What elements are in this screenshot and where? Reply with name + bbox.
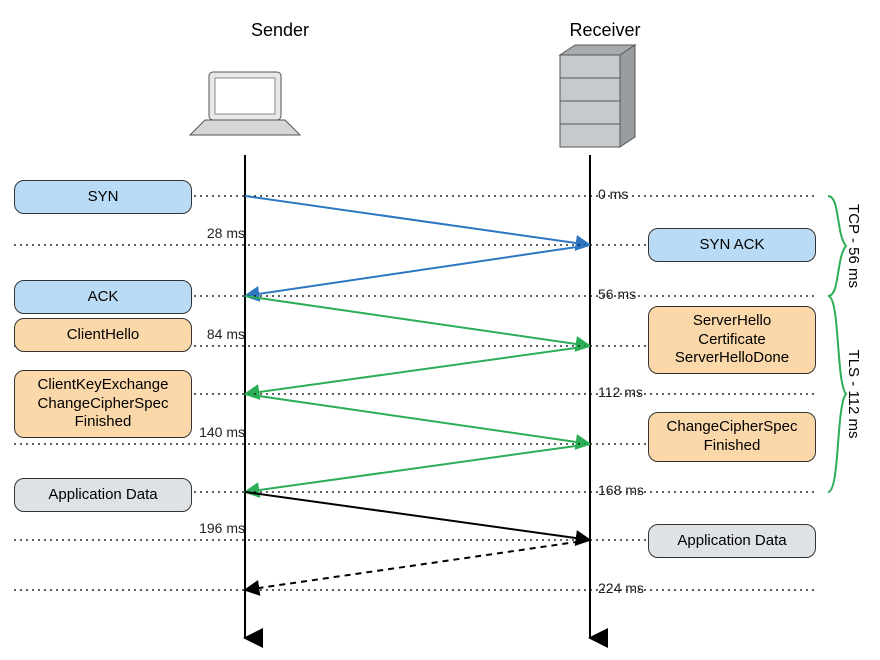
laptop-icon <box>190 72 300 135</box>
message-box: ClientKeyExchange ChangeCipherSpec Finis… <box>14 370 192 438</box>
time-label-left: 140 ms <box>195 424 245 440</box>
message-box: ACK <box>14 280 192 314</box>
message-arrow <box>245 492 590 540</box>
time-label-left: 196 ms <box>195 520 245 536</box>
message-box: ServerHello Certificate ServerHelloDone <box>648 306 816 374</box>
message-arrow <box>245 196 590 245</box>
time-label-left: 84 ms <box>195 326 245 342</box>
tls-handshake-diagram: Sender Receiver <box>0 0 880 660</box>
server-icon <box>560 45 635 147</box>
message-box: SYN ACK <box>648 228 816 262</box>
message-arrow <box>245 444 590 492</box>
message-box: ClientHello <box>14 318 192 352</box>
message-arrow <box>245 540 590 590</box>
message-arrow <box>245 394 590 444</box>
sender-label: Sender <box>230 20 330 41</box>
phase-brace <box>828 296 846 492</box>
receiver-label: Receiver <box>555 20 655 41</box>
phase-brace <box>828 196 846 296</box>
time-label-left: 28 ms <box>195 225 245 241</box>
message-arrow <box>245 346 590 394</box>
time-label-right: 112 ms <box>598 384 653 400</box>
message-box: ChangeCipherSpec Finished <box>648 412 816 462</box>
message-arrow <box>245 245 590 296</box>
message-arrow <box>245 296 590 346</box>
phase-label: TCP - 56 ms <box>845 202 862 290</box>
message-box: Application Data <box>648 524 816 558</box>
time-label-right: 0 ms <box>598 186 653 202</box>
message-box: Application Data <box>14 478 192 512</box>
time-label-right: 224 ms <box>598 580 653 596</box>
time-label-right: 56 ms <box>598 286 653 302</box>
phase-label: TLS - 112 ms <box>845 302 862 486</box>
message-box: SYN <box>14 180 192 214</box>
time-label-right: 168 ms <box>598 482 653 498</box>
